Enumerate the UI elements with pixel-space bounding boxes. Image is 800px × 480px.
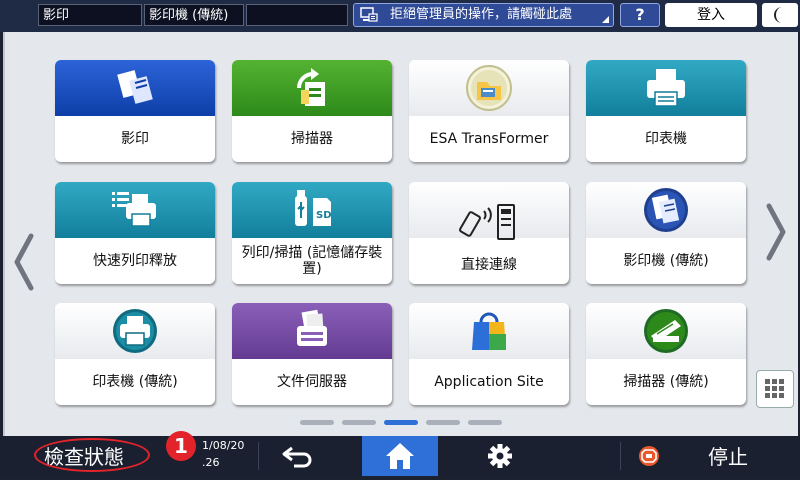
current-function-field[interactable]: 影印 (38, 4, 142, 26)
app-tile-copier-classic[interactable]: 影印機 (傳統) (586, 182, 746, 284)
page-dot[interactable] (426, 420, 460, 425)
bottom-bar: 檢查狀態 1/08/20 .26 停止 (0, 436, 800, 476)
printer-classic-icon (113, 309, 157, 353)
direct-connection-icon (459, 204, 515, 241)
gear-icon[interactable] (470, 438, 530, 474)
stop-button[interactable]: 停止 (708, 441, 748, 470)
esa-transformer-icon (466, 65, 512, 111)
divider (258, 442, 259, 470)
app-tile-label: 掃描器 (傳統) (623, 374, 709, 390)
all-apps-grid-button[interactable] (756, 370, 794, 408)
app-tile-printer-classic[interactable]: 印表機 (傳統) (55, 303, 215, 405)
memory-storage-icon: SD (295, 190, 332, 226)
divider (620, 442, 621, 470)
document-server-icon (297, 309, 327, 346)
app-tile-label: 掃描器 (291, 131, 333, 147)
annotation-badge: 1 (166, 431, 196, 461)
help-button[interactable]: ? (620, 3, 660, 27)
login-button[interactable]: 登入 (665, 3, 757, 27)
date-text: 1/08/20 (202, 439, 245, 452)
back-arrow-icon[interactable] (270, 438, 330, 474)
page-dot[interactable] (300, 420, 334, 425)
app-tile-scanner[interactable]: 掃描器 (232, 60, 392, 162)
quick-print-release-icon (112, 192, 156, 227)
expand-corner-icon (602, 16, 609, 23)
energy-saver-button[interactable] (762, 3, 798, 27)
page-dot[interactable] (342, 420, 376, 425)
app-tile-label: 印表機 (645, 131, 687, 147)
copier-classic-icon (644, 188, 688, 232)
home-icon (386, 443, 414, 469)
app-tile-label: 直接連線 (461, 257, 517, 273)
current-app-field[interactable]: 影印機 (傳統) (144, 4, 244, 26)
app-tile-label: 文件伺服器 (277, 374, 347, 390)
moon-icon (774, 7, 782, 23)
stop-icon[interactable] (638, 445, 660, 467)
app-tile-label: Application Site (434, 374, 544, 390)
app-tile-label: 影印 (121, 131, 149, 147)
app-tile-esa-transformer[interactable]: ESA TransFormer (409, 60, 569, 162)
previous-page-arrow-icon[interactable] (11, 232, 37, 292)
application-site-icon (472, 312, 506, 350)
app-tile-printer[interactable]: 印表機 (586, 60, 746, 162)
app-tile-scanner-classic[interactable]: 掃描器 (傳統) (586, 303, 746, 405)
app-tile-quick-print-release[interactable]: 快速列印釋放 (55, 182, 215, 284)
highlight-oval (34, 438, 150, 472)
app-tile-label: 影印機 (傳統) (623, 253, 709, 269)
grid-icon (765, 379, 784, 398)
copier-icon (117, 70, 153, 104)
time-text: .26 (202, 456, 220, 469)
scanner-classic-icon (644, 309, 688, 353)
control-panel-screen: 影印 影印機 (傳統) 拒絕管理員的操作，請觸碰此處 ? 登入 影印 掃描器 E… (0, 0, 800, 476)
scanner-icon (297, 68, 325, 106)
app-tile-memory-storage[interactable]: SD 列印/掃描 (記憶儲存裝置) (232, 182, 392, 284)
app-tile-copy[interactable]: 影印 (55, 60, 215, 162)
admin-message-text: 拒絕管理員的操作，請觸碰此處 (390, 7, 573, 22)
app-tile-document-server[interactable]: 文件伺服器 (232, 303, 392, 405)
page-dot-active[interactable] (384, 420, 418, 425)
admin-message-button[interactable]: 拒絕管理員的操作，請觸碰此處 (353, 3, 614, 27)
app-tile-label: 快速列印釋放 (93, 253, 177, 269)
empty-field[interactable] (246, 4, 348, 26)
page-dot[interactable] (468, 420, 502, 425)
top-bar: 影印 影印機 (傳統) 拒絕管理員的操作，請觸碰此處 ? 登入 (0, 0, 800, 32)
app-tile-label: ESA TransFormer (429, 131, 549, 147)
app-tile-application-site[interactable]: Application Site (409, 303, 569, 405)
app-tile-label: 列印/掃描 (記憶儲存裝置) (241, 245, 383, 277)
next-page-arrow-icon[interactable] (763, 202, 789, 262)
printer-icon (647, 69, 685, 107)
home-screen: 影印 掃描器 ESA TransFormer 印表機 快速列印釋放 SD 列印/… (3, 32, 798, 436)
monitor-message-icon (360, 7, 378, 22)
home-button[interactable] (362, 436, 438, 476)
page-indicator (300, 420, 502, 426)
app-tile-label: 印表機 (傳統) (92, 374, 178, 390)
app-tile-direct-connection[interactable]: 直接連線 (409, 182, 569, 284)
svg-text:SD: SD (316, 210, 332, 221)
